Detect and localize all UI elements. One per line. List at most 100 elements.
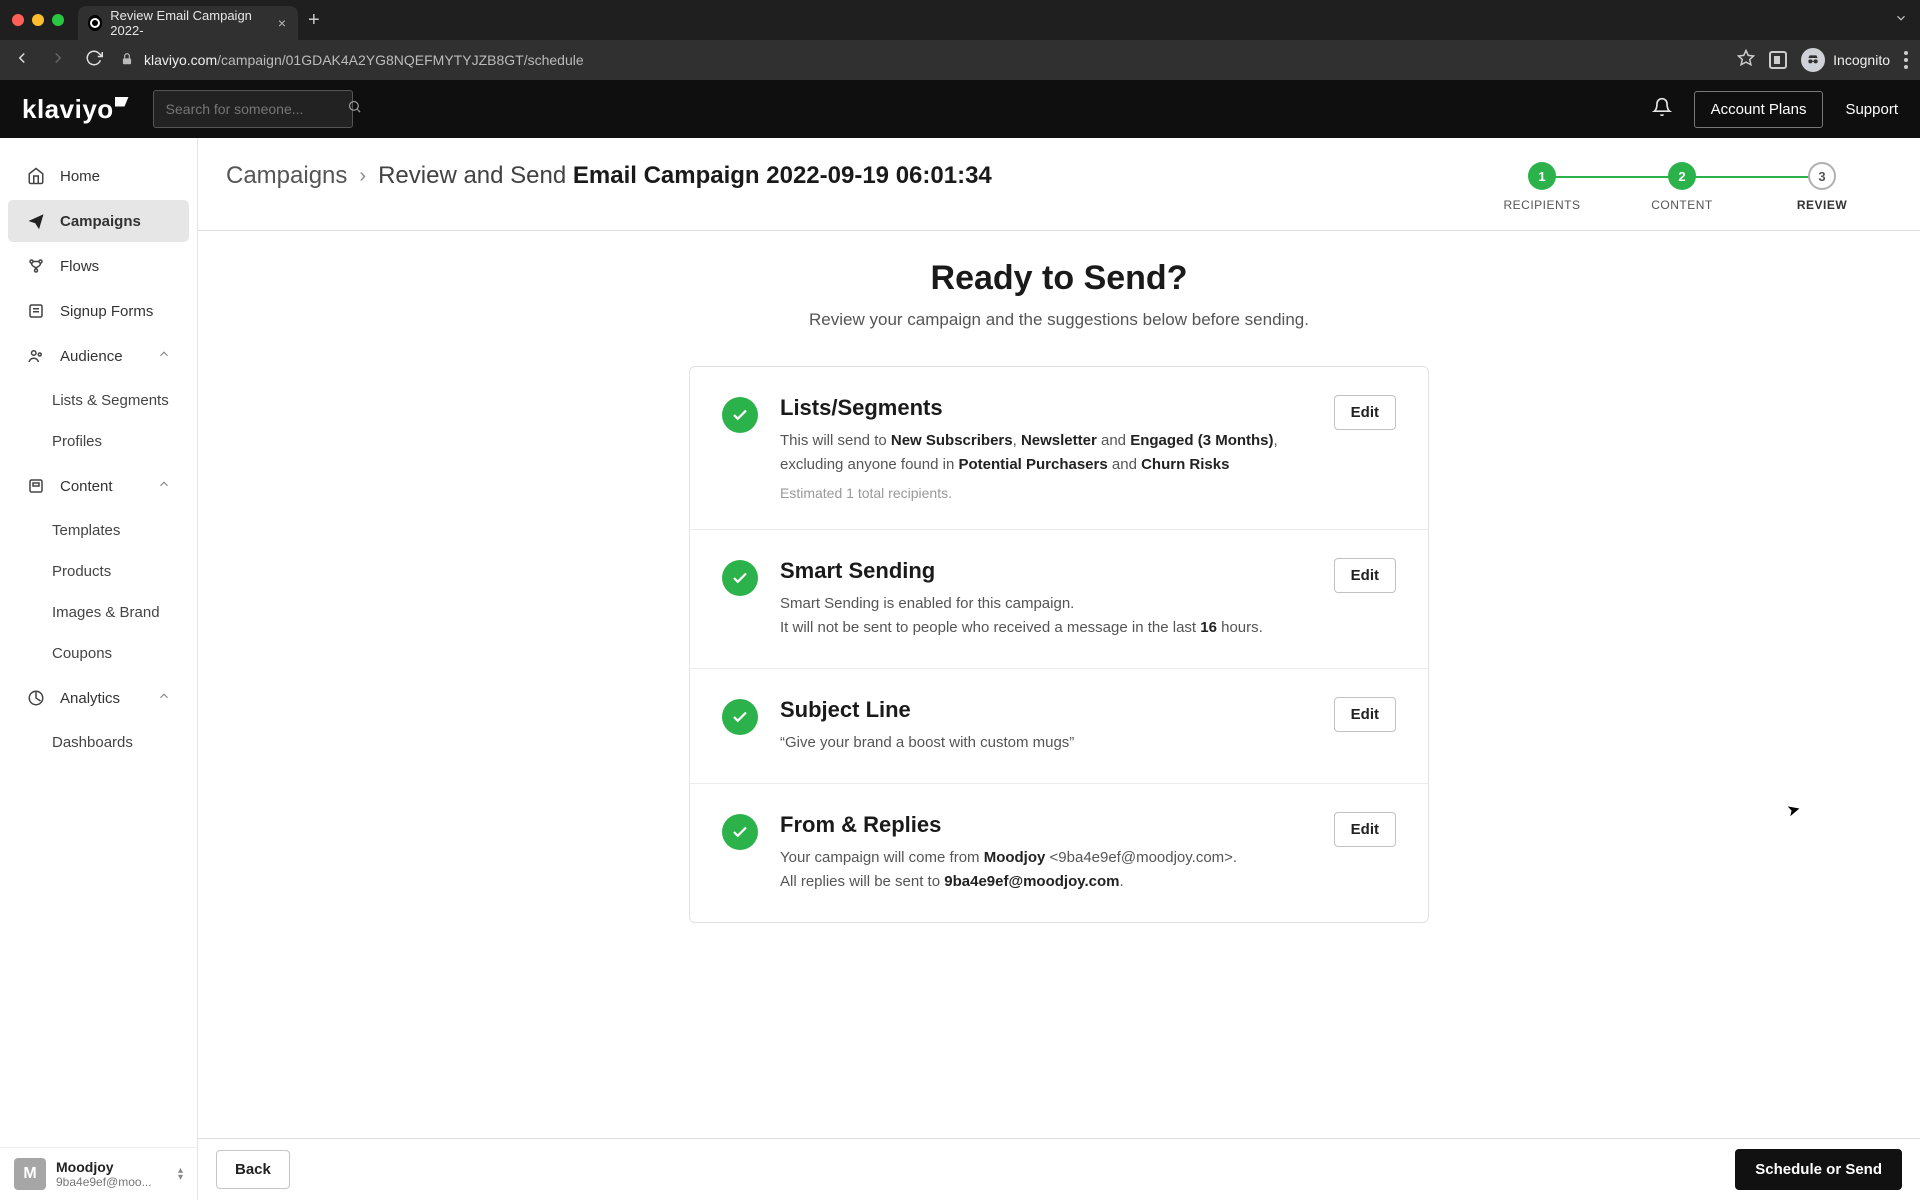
- back-button[interactable]: Back: [216, 1150, 290, 1189]
- edit-smart-button[interactable]: Edit: [1334, 558, 1396, 593]
- sidebar-sub-coupons[interactable]: Coupons: [0, 633, 197, 674]
- back-button[interactable]: [12, 49, 32, 72]
- card-title: Subject Line: [780, 697, 1312, 723]
- incognito-badge[interactable]: Incognito: [1801, 48, 1890, 72]
- favicon-icon: [88, 15, 102, 31]
- card-title: Lists/Segments: [780, 395, 1312, 421]
- card-smart-sending: Smart Sending Smart Sending is enabled f…: [690, 530, 1428, 669]
- review-cards: Lists/Segments This will send to New Sub…: [689, 366, 1429, 923]
- search-input[interactable]: [153, 90, 353, 128]
- review-title: Ready to Send?: [931, 259, 1188, 298]
- schedule-or-send-button[interactable]: Schedule or Send: [1735, 1149, 1902, 1190]
- sidebar-item-home[interactable]: Home: [8, 155, 189, 197]
- sidebar-item-label: Audience: [60, 348, 123, 365]
- stepper: 1 RECIPIENTS 2 CONTENT 3 REVIEW: [1472, 162, 1892, 212]
- card-subject-line: Subject Line “Give your brand a boost wi…: [690, 669, 1428, 784]
- updown-icon: ▴▾: [178, 1167, 183, 1181]
- page-header: Campaigns › Review and Send Email Campai…: [198, 138, 1920, 231]
- logo-flag-icon: [115, 97, 129, 107]
- check-icon: [722, 397, 758, 433]
- review-body: Ready to Send? Review your campaign and …: [198, 231, 1920, 1200]
- app-header: klaviyo Account Plans Support: [0, 80, 1920, 138]
- reload-button[interactable]: [84, 49, 104, 72]
- workspace-name: Moodjoy: [56, 1159, 156, 1175]
- window-controls: [12, 14, 64, 26]
- sidebar-item-label: Home: [60, 168, 100, 185]
- sidebar-item-signup-forms[interactable]: Signup Forms: [8, 290, 189, 332]
- sidebar-item-flows[interactable]: Flows: [8, 245, 189, 287]
- card-desc: Your campaign will come from Moodjoy <9b…: [780, 846, 1312, 894]
- sidebar: Home Campaigns Flows Signup Forms Audien…: [0, 138, 198, 1200]
- card-desc: This will send to New Subscribers, Newsl…: [780, 429, 1312, 477]
- sidebar-item-analytics[interactable]: Analytics: [8, 677, 189, 719]
- extensions-icon[interactable]: [1769, 51, 1787, 69]
- content-area: Campaigns › Review and Send Email Campai…: [198, 138, 1920, 1200]
- new-tab-button[interactable]: +: [308, 9, 320, 32]
- send-icon: [26, 212, 46, 230]
- search-field[interactable]: [166, 101, 347, 117]
- search-icon: [347, 99, 362, 119]
- tabs-overflow-icon[interactable]: [1894, 11, 1908, 30]
- sidebar-sub-products[interactable]: Products: [0, 551, 197, 592]
- card-desc: Smart Sending is enabled for this campai…: [780, 592, 1312, 640]
- close-tab-icon[interactable]: ×: [278, 15, 286, 31]
- form-icon: [26, 302, 46, 320]
- sidebar-sub-profiles[interactable]: Profiles: [0, 421, 197, 462]
- edit-from-button[interactable]: Edit: [1334, 812, 1396, 847]
- card-title: Smart Sending: [780, 558, 1312, 584]
- main-layout: Home Campaigns Flows Signup Forms Audien…: [0, 138, 1920, 1200]
- sidebar-item-label: Flows: [60, 258, 99, 275]
- sidebar-item-label: Analytics: [60, 690, 120, 707]
- workspace-switcher[interactable]: M Moodjoy 9ba4e9ef@moo... ▴▾: [0, 1147, 197, 1200]
- tab-title: Review Email Campaign 2022-: [110, 8, 270, 38]
- browser-tab[interactable]: Review Email Campaign 2022- ×: [78, 6, 298, 40]
- breadcrumb-separator-icon: ›: [359, 165, 366, 188]
- account-plans-button[interactable]: Account Plans: [1694, 91, 1824, 128]
- flow-icon: [26, 257, 46, 275]
- workspace-avatar: M: [14, 1158, 46, 1190]
- browser-menu-icon[interactable]: [1904, 51, 1908, 69]
- step-review[interactable]: 3 REVIEW: [1752, 162, 1892, 212]
- logo[interactable]: klaviyo: [22, 94, 129, 125]
- browser-url-bar: klaviyo.com/campaign/01GDAK4A2YG8NQEFMYT…: [0, 40, 1920, 80]
- check-icon: [722, 814, 758, 850]
- sidebar-item-campaigns[interactable]: Campaigns: [8, 200, 189, 242]
- url-field[interactable]: klaviyo.com/campaign/01GDAK4A2YG8NQEFMYT…: [120, 52, 1721, 69]
- step-content[interactable]: 2 CONTENT: [1612, 162, 1752, 212]
- breadcrumb-root[interactable]: Campaigns: [226, 162, 347, 190]
- sidebar-item-content[interactable]: Content: [8, 465, 189, 507]
- check-icon: [722, 699, 758, 735]
- edit-subject-button[interactable]: Edit: [1334, 697, 1396, 732]
- sidebar-sub-dashboards[interactable]: Dashboards: [0, 722, 197, 763]
- sidebar-sub-templates[interactable]: Templates: [0, 510, 197, 551]
- card-meta: Estimated 1 total recipients.: [780, 485, 1312, 501]
- footer-bar: Back Schedule or Send: [198, 1138, 1920, 1200]
- check-icon: [722, 560, 758, 596]
- close-window-icon[interactable]: [12, 14, 24, 26]
- home-icon: [26, 167, 46, 185]
- audience-icon: [26, 347, 46, 365]
- minimize-window-icon[interactable]: [32, 14, 44, 26]
- sidebar-item-label: Campaigns: [60, 213, 141, 230]
- forward-button: [48, 49, 68, 72]
- sidebar-sub-images-brand[interactable]: Images & Brand: [0, 592, 197, 633]
- chevron-up-icon: [157, 477, 171, 495]
- sidebar-sub-lists-segments[interactable]: Lists & Segments: [0, 380, 197, 421]
- maximize-window-icon[interactable]: [52, 14, 64, 26]
- card-from-replies: From & Replies Your campaign will come f…: [690, 784, 1428, 922]
- workspace-email: 9ba4e9ef@moo...: [56, 1175, 156, 1189]
- sidebar-item-label: Content: [60, 478, 113, 495]
- notifications-icon[interactable]: [1652, 97, 1672, 122]
- bookmark-icon[interactable]: [1737, 49, 1755, 72]
- sidebar-item-label: Signup Forms: [60, 303, 153, 320]
- chevron-up-icon: [157, 689, 171, 707]
- sidebar-item-audience[interactable]: Audience: [8, 335, 189, 377]
- browser-tab-bar: Review Email Campaign 2022- × +: [0, 0, 1920, 40]
- edit-lists-button[interactable]: Edit: [1334, 395, 1396, 430]
- step-recipients[interactable]: 1 RECIPIENTS: [1472, 162, 1612, 212]
- chevron-up-icon: [157, 347, 171, 365]
- card-title: From & Replies: [780, 812, 1312, 838]
- support-link[interactable]: Support: [1845, 101, 1898, 118]
- review-subtitle: Review your campaign and the suggestions…: [809, 310, 1309, 330]
- url-text: klaviyo.com/campaign/01GDAK4A2YG8NQEFMYT…: [144, 52, 584, 68]
